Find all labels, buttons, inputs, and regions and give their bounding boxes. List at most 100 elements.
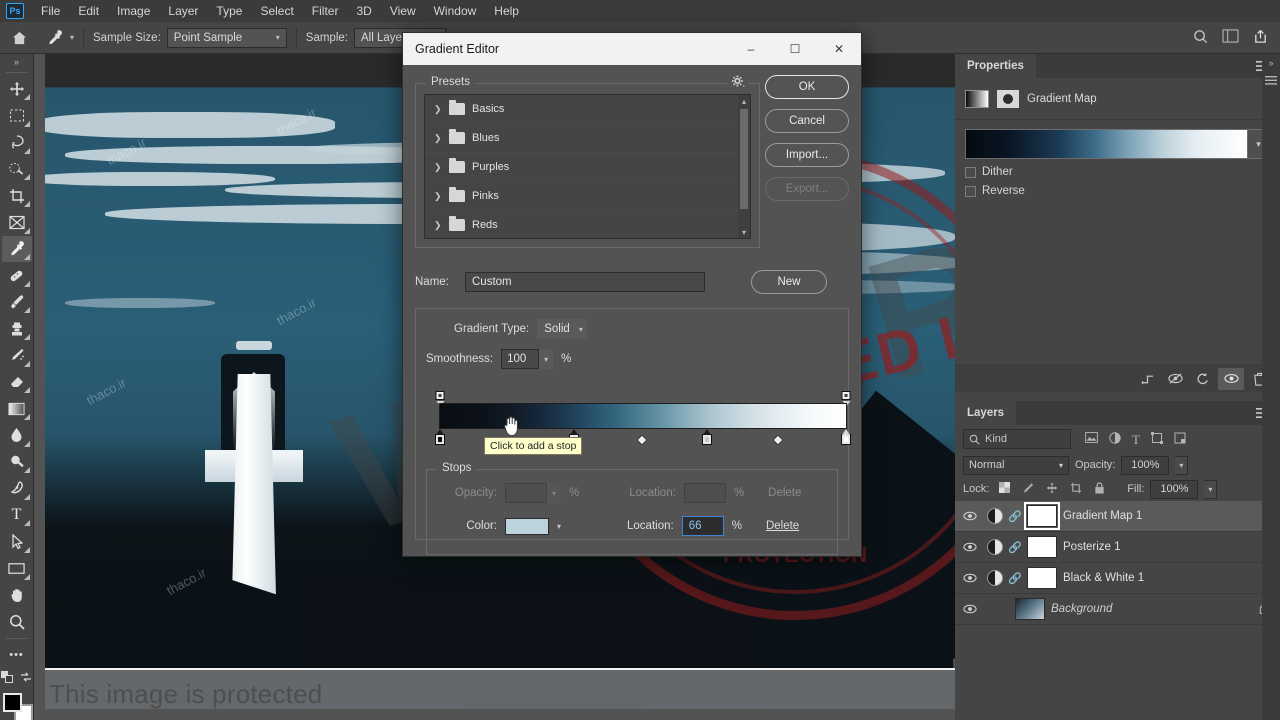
menu-item-view[interactable]: View xyxy=(381,0,425,22)
reset-icon[interactable] xyxy=(1190,368,1216,390)
preset-row-reds[interactable]: ❯ Reds xyxy=(425,211,750,238)
menu-item-window[interactable]: Window xyxy=(425,0,486,22)
sample-size-select[interactable]: Point Sample ▾ xyxy=(166,27,287,48)
preset-row-basics[interactable]: ❯ Basics xyxy=(425,95,750,124)
smoothness-stepper[interactable]: ▾ xyxy=(539,349,554,369)
stop-color-delete-button[interactable]: Delete xyxy=(766,520,799,532)
gradient-preview-row[interactable]: ▾ xyxy=(965,129,1270,159)
preset-row-pinks[interactable]: ❯ Pinks xyxy=(425,182,750,211)
smoothness-input[interactable]: 100 xyxy=(501,349,540,369)
eyedropper-tool[interactable] xyxy=(1,235,32,263)
scrollbar-thumb[interactable] xyxy=(740,109,748,209)
layer-row[interactable]: 🔗 Black & White 1 xyxy=(955,563,1280,594)
scroll-down-icon[interactable]: ▾ xyxy=(742,226,746,238)
menu-item-type[interactable]: Type xyxy=(207,0,251,22)
view-previous-state-icon[interactable] xyxy=(1162,368,1188,390)
reverse-checkbox[interactable] xyxy=(965,185,976,197)
color-stop[interactable] xyxy=(841,434,851,445)
clone-stamp-tool[interactable] xyxy=(2,315,32,342)
dither-row[interactable]: Dither xyxy=(965,166,1270,178)
layer-mask-thumbnail[interactable] xyxy=(1024,502,1060,530)
preset-row-blues[interactable]: ❯ Blues xyxy=(425,124,750,153)
layer-row[interactable]: 🔗 Gradient Map 1 xyxy=(955,501,1280,532)
pen-tool[interactable] xyxy=(2,475,32,502)
cancel-button[interactable]: Cancel xyxy=(765,109,849,133)
type-tool[interactable]: T xyxy=(2,502,32,529)
menu-item-select[interactable]: Select xyxy=(251,0,302,22)
stop-color-swatch[interactable] xyxy=(505,517,549,535)
share-icon[interactable] xyxy=(1253,29,1268,47)
panel-rail-menu-icon[interactable] xyxy=(1265,76,1277,88)
preset-row-purples[interactable]: ❯ Purples xyxy=(425,153,750,182)
brush-tool[interactable] xyxy=(2,289,32,316)
layer-visibility-icon[interactable] xyxy=(959,573,981,583)
crop-tool[interactable] xyxy=(2,182,32,209)
link-mask-icon[interactable]: 🔗 xyxy=(1008,541,1022,554)
opacity-stop[interactable] xyxy=(841,391,851,400)
menu-item-help[interactable]: Help xyxy=(485,0,528,22)
import-button[interactable]: Import... xyxy=(765,143,849,167)
workspace-icon[interactable] xyxy=(1222,29,1239,46)
color-stop[interactable] xyxy=(435,434,445,445)
gradient-preview[interactable] xyxy=(965,129,1248,159)
ok-button[interactable]: OK xyxy=(765,75,849,99)
gradient-strip[interactable] xyxy=(439,403,847,429)
layer-row[interactable]: Background xyxy=(955,594,1280,625)
gradient-tool[interactable] xyxy=(2,395,32,422)
layer-mask-thumbnail[interactable] xyxy=(1027,536,1057,558)
chevron-right-icon[interactable]: ❯ xyxy=(434,162,442,173)
menu-item-file[interactable]: File xyxy=(32,0,69,22)
tab-layers[interactable]: Layers xyxy=(955,401,1017,425)
fill-value[interactable]: 100% xyxy=(1150,479,1199,499)
edit-toolbar-button[interactable]: ••• xyxy=(2,642,32,669)
scroll-up-icon[interactable]: ▴ xyxy=(742,95,746,107)
layer-visibility-icon[interactable] xyxy=(959,542,981,552)
history-brush-tool[interactable] xyxy=(2,342,32,369)
quick-selection-tool[interactable] xyxy=(2,156,32,183)
lasso-tool[interactable] xyxy=(2,129,32,156)
gradient-type-select[interactable]: Solid ▾ xyxy=(537,319,587,339)
lock-image-icon[interactable] xyxy=(1022,482,1034,497)
path-selection-tool[interactable] xyxy=(2,528,32,555)
zoom-tool[interactable] xyxy=(2,608,32,635)
filter-shape-icon[interactable] xyxy=(1150,431,1163,447)
maximize-button[interactable]: ☐ xyxy=(773,33,817,65)
chevron-right-icon[interactable]: ❯ xyxy=(434,104,442,115)
new-button[interactable]: New xyxy=(751,270,827,294)
layer-filter-kind-select[interactable]: Kind xyxy=(963,429,1071,449)
rectangle-tool[interactable] xyxy=(2,555,32,582)
presets-scrollbar[interactable]: ▴ ▾ xyxy=(738,95,750,238)
opacity-stop[interactable] xyxy=(435,391,445,400)
color-swatches[interactable] xyxy=(2,692,33,720)
link-mask-icon[interactable]: 🔗 xyxy=(1008,572,1022,585)
eraser-tool[interactable] xyxy=(2,369,32,396)
collapse-toolbar-button[interactable]: » xyxy=(0,56,34,69)
search-icon[interactable] xyxy=(1193,29,1208,47)
color-midpoint[interactable] xyxy=(772,434,784,446)
clip-to-layer-icon[interactable] xyxy=(1134,368,1160,390)
lock-artboard-icon[interactable] xyxy=(1070,482,1082,497)
background-layer-thumbnail[interactable] xyxy=(1015,598,1045,620)
dither-checkbox[interactable] xyxy=(965,166,976,178)
lock-transparency-icon[interactable] xyxy=(999,482,1011,496)
layer-visibility-icon[interactable] xyxy=(959,604,981,614)
filter-type-icon[interactable]: T xyxy=(1132,433,1140,446)
toggle-visibility-icon[interactable] xyxy=(1218,367,1244,390)
eyedropper-icon[interactable] xyxy=(40,25,68,51)
color-midpoint[interactable] xyxy=(636,434,648,446)
layer-mask-thumbnail[interactable] xyxy=(1027,567,1057,589)
stop-color-location-input[interactable]: 66 xyxy=(681,516,724,536)
close-button[interactable]: ✕ xyxy=(817,33,861,65)
opacity-value[interactable]: 100% xyxy=(1121,455,1170,475)
tab-properties[interactable]: Properties xyxy=(955,54,1036,78)
chevron-right-icon[interactable]: ❯ xyxy=(434,220,442,231)
blur-tool[interactable] xyxy=(2,422,32,449)
reverse-row[interactable]: Reverse xyxy=(965,185,1270,197)
menu-item-layer[interactable]: Layer xyxy=(159,0,207,22)
filter-image-icon[interactable] xyxy=(1085,432,1098,446)
lock-position-icon[interactable] xyxy=(1046,481,1058,497)
fill-stepper[interactable]: ▾ xyxy=(1204,479,1218,499)
menu-item-filter[interactable]: Filter xyxy=(303,0,348,22)
filter-adjustment-icon[interactable] xyxy=(1109,431,1121,447)
move-tool[interactable] xyxy=(2,76,32,103)
